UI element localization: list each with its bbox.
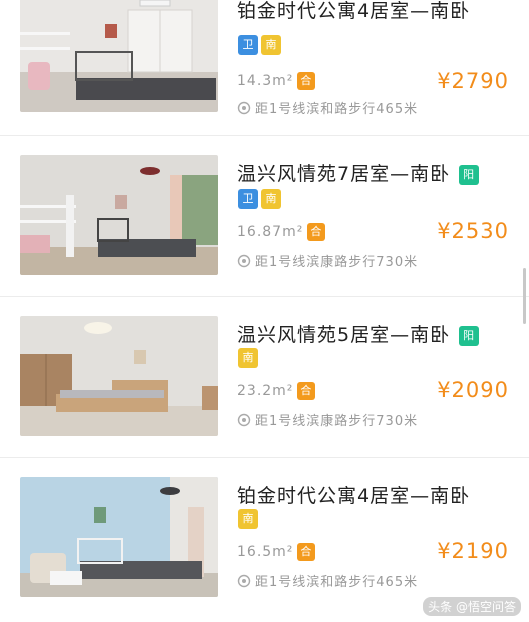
listing-price: ¥2530 [437,219,509,243]
divider [0,296,529,297]
tag-south-facing: 南 [261,34,281,55]
listing-location: 距1号线滨康路步行730米 [237,251,418,272]
divider [0,135,529,136]
area-value: 23.2m² [237,383,294,399]
tag-south-facing: 南 [238,508,258,529]
tag-south-facing: 南 [238,347,258,368]
location-text: 距1号线滨和路步行465米 [255,102,419,117]
room-area: 16.5m² 合 [237,543,316,561]
location-pin-icon [237,254,251,272]
feature-tags: 卫南 [238,188,284,210]
location-pin-icon [237,574,251,592]
listing-location: 距1号线滨和路步行465米 [237,98,418,119]
listing-location: 距1号线滨康路步行730米 [237,410,418,431]
divider [0,457,529,458]
listing-card[interactable]: 铂金时代公寓4居室—南卧 卫南 14.3m² 合 ¥2790 距1号线滨和路步行4… [0,0,529,135]
room-area: 16.87m² 合 [237,223,326,241]
balcony-badge: 阳 [459,325,480,346]
area-value: 14.3m² [237,73,294,89]
listing-price: ¥2190 [437,539,509,563]
tag-south-facing: 南 [261,188,281,209]
location-text: 距1号线滨和路步行465米 [255,575,419,590]
listing-title[interactable]: 铂金时代公寓4居室—南卧 [237,481,470,508]
feature-tags: 南 [238,508,261,530]
watermark: 头条 @悟空问答 [423,597,521,616]
area-value: 16.5m² [237,544,294,560]
listing-price: ¥2790 [437,69,509,93]
shared-rent-badge: 合 [307,223,326,241]
listing-card[interactable]: 温兴风情苑5居室—南卧 阳 南 23.2m² 合 ¥2090 距1号线滨康路步行7… [0,306,529,451]
listing-title[interactable]: 温兴风情苑5居室—南卧 阳 [237,320,482,347]
tag-private-bathroom: 卫 [238,188,258,209]
listing-photo[interactable] [20,155,218,275]
location-pin-icon [237,101,251,119]
scrollbar[interactable] [523,268,526,324]
listing-photo[interactable] [20,477,218,597]
location-pin-icon [237,413,251,431]
listing-location: 距1号线滨和路步行465米 [237,571,418,592]
feature-tags: 卫南 [238,34,284,56]
listing-title[interactable]: 铂金时代公寓4居室—南卧 [237,0,470,23]
listing-title[interactable]: 温兴风情苑7居室—南卧 阳 [237,159,482,186]
location-text: 距1号线滨康路步行730米 [255,255,419,270]
feature-tags: 南 [238,347,261,369]
listing-photo[interactable] [20,316,218,436]
room-area: 14.3m² 合 [237,72,316,90]
balcony-badge: 阳 [459,164,480,185]
listing-price: ¥2090 [437,378,509,402]
shared-rent-badge: 合 [297,543,316,561]
tag-private-bathroom: 卫 [238,34,258,55]
location-text: 距1号线滨康路步行730米 [255,414,419,429]
room-area: 23.2m² 合 [237,382,316,400]
shared-rent-badge: 合 [297,382,316,400]
shared-rent-badge: 合 [297,72,316,90]
listing-photo[interactable] [20,0,218,112]
listing-card[interactable]: 温兴风情苑7居室—南卧 阳 卫南 16.87m² 合 ¥2530 距1号线滨康路步… [0,145,529,290]
area-value: 16.87m² [237,224,304,240]
